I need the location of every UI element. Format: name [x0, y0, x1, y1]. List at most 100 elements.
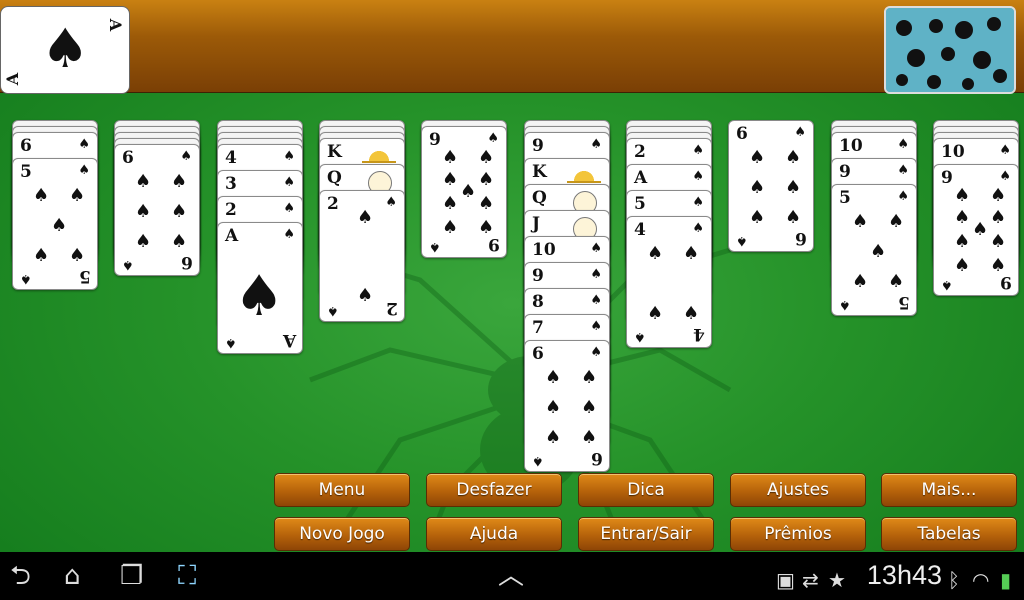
playing-card[interactable]: 6 ♠ ♠ ♠ ♠ ♠ ♠ ♠ 6 ♠ — [728, 120, 814, 252]
card-rank: 9 — [532, 266, 544, 286]
spade-icon: ♠ — [283, 149, 295, 164]
spade-icon: ♠ — [33, 185, 50, 206]
playing-card[interactable]: 5 ♠ ♠ ♠ ♠ ♠ ♠ 5 ♠ — [12, 158, 98, 290]
spade-icon: ♠ — [327, 303, 339, 318]
home-icon[interactable]: ⌂ — [64, 562, 81, 590]
sync-icon: ⇄ — [802, 568, 819, 592]
screenshot-icon[interactable]: ⛶ — [178, 562, 196, 590]
card-rank: 9 — [839, 162, 851, 182]
back-icon[interactable]: ⮌ — [10, 562, 31, 590]
image-icon: ▣ — [776, 568, 795, 592]
spade-icon: ♠ — [283, 201, 295, 216]
card-rank: Q — [532, 188, 547, 208]
spade-icon: ♠ — [283, 227, 295, 242]
spade-icon: ♠ — [590, 293, 602, 308]
entrar-sair-button[interactable]: Entrar/Sair — [578, 517, 714, 551]
spade-icon: ♠ — [429, 239, 441, 254]
spade-icon: ♠ — [852, 211, 869, 232]
novo-jogo-button[interactable]: Novo Jogo — [274, 517, 410, 551]
spade-icon: ♠ — [460, 181, 477, 202]
spade-icon: ♠ — [736, 233, 748, 248]
spade-icon: ♠ — [78, 137, 90, 152]
stock-pile[interactable] — [884, 6, 1016, 94]
clock: 13h43 — [866, 560, 942, 590]
card-rank: 10 — [839, 136, 863, 156]
card-rank: 9 — [532, 136, 544, 156]
spade-icon: ♠ — [283, 175, 295, 190]
bluetooth-icon: ᛒ — [948, 568, 960, 592]
spade-icon: ♠ — [69, 245, 86, 266]
spade-icon: ♠ — [683, 303, 700, 324]
tabelas-button[interactable]: Tabelas — [881, 517, 1017, 551]
card-rank: 4 — [634, 220, 646, 240]
spade-icon: ♠ — [897, 137, 909, 152]
mais-button[interactable]: Mais... — [881, 473, 1017, 507]
playing-card[interactable]: 9 ♠ ♠ ♠ ♠ ♠ ♠ ♠ ♠ ♠ ♠ 9 ♠ — [421, 126, 507, 258]
menu-button[interactable]: Menu — [274, 473, 410, 507]
spade-icon: ♠ — [794, 125, 806, 140]
spade-icon: ♠ — [692, 169, 704, 184]
card-rank: 2 — [634, 142, 646, 162]
spade-icon: ♠ — [385, 195, 397, 210]
spade-icon: ♠ — [545, 397, 562, 418]
card-rank: K — [327, 142, 342, 162]
foundation-rank-tr: A — [105, 18, 125, 32]
playing-card[interactable]: 9 ♠ ♠ ♠ ♠ ♠ ♠ ♠ ♠ ♠ ♠ 9 ♠ — [933, 164, 1019, 296]
card-rank: 10 — [941, 142, 965, 162]
king-crown-icon — [567, 163, 601, 183]
playing-card[interactable]: A ♠ ♠ A ♠ — [217, 222, 303, 354]
spade-icon: ♠ — [941, 277, 953, 292]
dica-button[interactable]: Dica — [578, 473, 714, 507]
card-rank: 9 — [941, 168, 953, 188]
spade-icon: ♠ — [180, 149, 192, 164]
card-rank-bottom: 4 — [693, 324, 705, 344]
spade-icon: ♠ — [135, 171, 152, 192]
card-rank: 10 — [532, 240, 556, 260]
card-rank: 8 — [532, 292, 544, 312]
card-rank-bottom: 9 — [1000, 272, 1012, 292]
spade-icon: ♠ — [581, 427, 598, 448]
spade-icon: ♠ — [683, 243, 700, 264]
spade-icon: ♠ — [135, 231, 152, 252]
card-rank: 2 — [327, 194, 339, 214]
playing-card[interactable]: 6 ♠ ♠ ♠ ♠ ♠ ♠ ♠ 6 ♠ — [524, 340, 610, 472]
foundation-pile[interactable]: A A ♠ — [0, 6, 130, 94]
spade-icon: ♠ — [135, 201, 152, 222]
spade-icon: ♠ — [78, 163, 90, 178]
star-icon: ★ — [828, 568, 846, 592]
spade-icon: ♠ — [442, 147, 459, 168]
spade-icon: ♠ — [972, 219, 989, 240]
playing-card[interactable]: 5 ♠ ♠ ♠ ♠ ♠ ♠ 5 ♠ — [831, 184, 917, 316]
playing-card[interactable]: 4 ♠ ♠ ♠ ♠ ♠ 4 ♠ — [626, 216, 712, 348]
card-rank-bottom: 5 — [898, 292, 910, 312]
spade-icon: ♠ — [590, 241, 602, 256]
ajustes-button[interactable]: Ajustes — [730, 473, 866, 507]
card-rank-bottom: 5 — [79, 266, 91, 286]
spade-icon: ♠ — [171, 201, 188, 222]
card-rank: 5 — [634, 194, 646, 214]
card-rank: J — [532, 214, 541, 234]
spade-icon: ♠ — [954, 207, 971, 228]
card-rank-bottom: 2 — [386, 298, 398, 318]
spade-icon: ♠ — [478, 169, 495, 190]
card-rank-bottom: 6 — [181, 252, 193, 272]
playing-card[interactable]: 2 ♠ ♠ ♠ 2 ♠ — [319, 190, 405, 322]
ajuda-button[interactable]: Ajuda — [426, 517, 562, 551]
spade-icon: ♠ — [234, 264, 285, 329]
playing-card[interactable]: 6 ♠ ♠ ♠ ♠ ♠ ♠ ♠ 6 ♠ — [114, 144, 200, 276]
card-rank: 5 — [20, 162, 32, 182]
desfazer-button[interactable]: Desfazer — [426, 473, 562, 507]
card-rank: 3 — [225, 174, 237, 194]
spade-icon: ♠ — [357, 207, 374, 228]
spade-icon: ♠ — [870, 241, 887, 262]
recent-apps-icon[interactable]: ❐ — [120, 562, 143, 590]
premios-button[interactable]: Prêmios — [730, 517, 866, 551]
spade-icon: ♠ — [852, 271, 869, 292]
spade-icon: ♠ — [749, 147, 766, 168]
up-chevron-icon[interactable]: ︿ — [498, 562, 524, 590]
spade-icon: ♠ — [33, 245, 50, 266]
spade-icon: ♠ — [581, 397, 598, 418]
spade-icon: ♠ — [357, 285, 374, 306]
spade-icon: ♠ — [590, 267, 602, 282]
spade-icon: ♠ — [888, 271, 905, 292]
